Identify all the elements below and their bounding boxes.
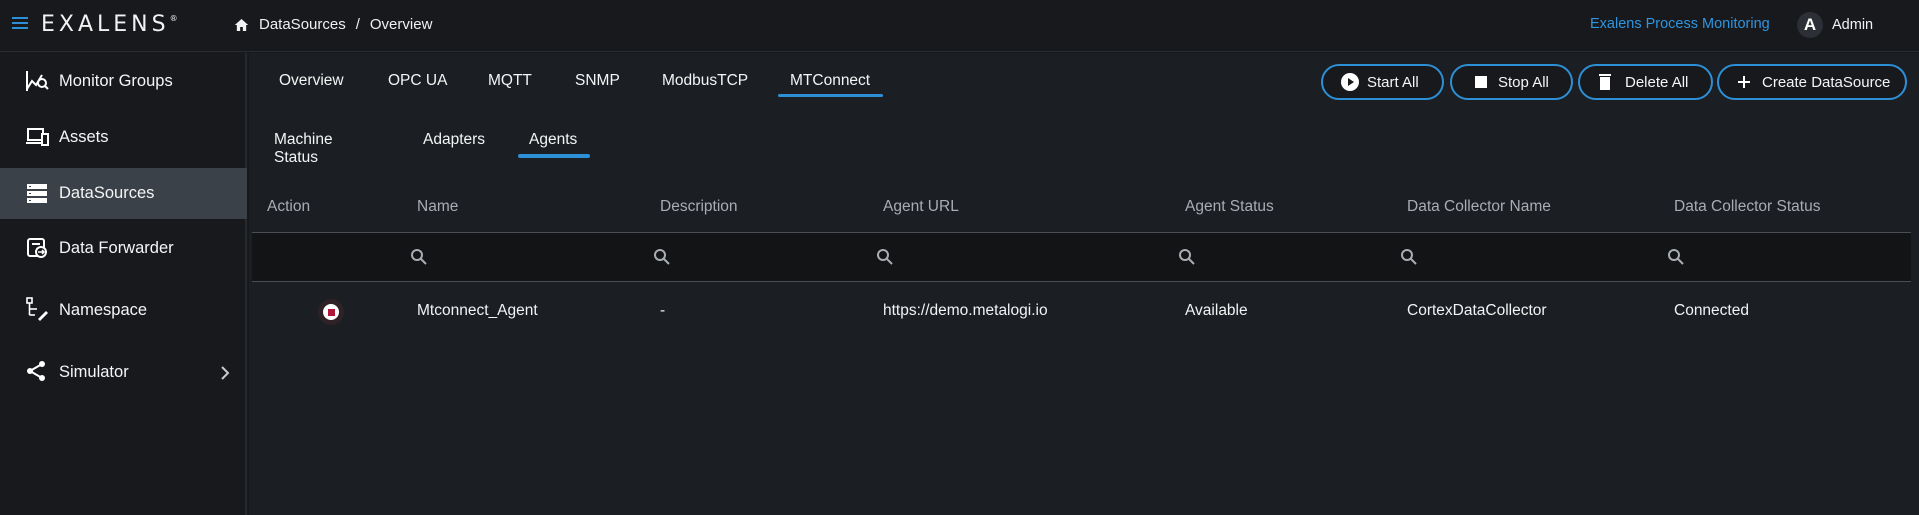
tab-machine-status[interactable]: Machine Status bbox=[274, 131, 333, 167]
cell-collector-status: Connected bbox=[1674, 302, 1749, 319]
trash-icon bbox=[1599, 74, 1611, 90]
sidebar-item-label: Simulator bbox=[59, 363, 129, 381]
stop-icon bbox=[1475, 76, 1487, 88]
tab-mtconnect[interactable]: MTConnect bbox=[790, 72, 870, 90]
delete-all-button[interactable]: Delete All bbox=[1578, 64, 1713, 100]
breadcrumb-item-datasources[interactable]: DataSources bbox=[259, 16, 346, 33]
search-icon[interactable] bbox=[653, 248, 671, 266]
search-icon[interactable] bbox=[1178, 248, 1196, 266]
search-icon[interactable] bbox=[1667, 248, 1685, 266]
sidebar-item-datasources[interactable]: DataSources bbox=[0, 168, 247, 219]
column-header-data-collector-status[interactable]: Data Collector Status bbox=[1674, 198, 1820, 216]
tab-opc-ua[interactable]: OPC UA bbox=[388, 72, 447, 90]
avatar[interactable]: A bbox=[1797, 12, 1823, 38]
datasource-tabs: Overview OPC UA MQTT SNMP ModbusTCP MTCo… bbox=[249, 53, 1249, 103]
sidebar-item-namespace[interactable]: Namespace bbox=[0, 285, 247, 336]
sidebar-item-label: DataSources bbox=[59, 184, 155, 202]
column-header-agent-url[interactable]: Agent URL bbox=[883, 198, 959, 216]
create-datasource-button[interactable]: Create DataSource bbox=[1717, 64, 1907, 100]
breadcrumb-item-overview: Overview bbox=[369, 16, 433, 33]
user-menu[interactable]: A Admin bbox=[1797, 12, 1873, 38]
main-content: Overview OPC UA MQTT SNMP ModbusTCP MTCo… bbox=[249, 53, 1919, 515]
search-icon[interactable] bbox=[410, 248, 428, 266]
cell-agent-url: https://demo.metalogi.io bbox=[883, 302, 1048, 319]
cell-agent-status: Available bbox=[1185, 302, 1248, 319]
chevron-right-icon[interactable] bbox=[220, 366, 230, 380]
search-icon[interactable] bbox=[1400, 248, 1418, 266]
plus-icon bbox=[1738, 76, 1750, 88]
sidebar-item-label: Monitor Groups bbox=[59, 72, 173, 90]
process-monitoring-link[interactable]: Exalens Process Monitoring bbox=[1590, 16, 1770, 32]
column-header-name[interactable]: Name bbox=[417, 198, 458, 216]
tab-adapters[interactable]: Adapters bbox=[423, 131, 485, 149]
tab-snmp[interactable]: SNMP bbox=[575, 72, 620, 90]
cell-description: - bbox=[660, 302, 666, 319]
sidebar-item-label: Assets bbox=[59, 128, 109, 146]
tab-mqtt[interactable]: MQTT bbox=[488, 72, 532, 90]
sidebar-item-assets[interactable]: Assets bbox=[0, 112, 247, 163]
cell-collector-name: CortexDataCollector bbox=[1407, 302, 1547, 319]
sidebar-item-monitor-groups[interactable]: Monitor Groups bbox=[0, 56, 247, 107]
column-header-action[interactable]: Action bbox=[267, 198, 310, 216]
cell-name: Mtconnect_Agent bbox=[417, 302, 538, 319]
monitor-groups-icon bbox=[26, 71, 49, 91]
sidebar: Monitor Groups Assets DataSources Data F… bbox=[0, 53, 247, 515]
top-bar: EXALENS® DataSources / Overview Exalens … bbox=[0, 0, 1919, 52]
search-icon[interactable] bbox=[876, 248, 894, 266]
sidebar-item-label: Data Forwarder bbox=[59, 239, 174, 257]
stop-agent-button[interactable] bbox=[318, 299, 344, 325]
active-tab-indicator bbox=[778, 94, 883, 97]
menu-icon[interactable] bbox=[12, 17, 28, 31]
user-name[interactable]: Admin bbox=[1832, 17, 1873, 33]
table-row: Mtconnect_Agent - https://demo.metalogi.… bbox=[252, 282, 1911, 342]
stop-circle-icon bbox=[323, 304, 339, 320]
assets-icon bbox=[26, 128, 49, 146]
breadcrumb: DataSources / Overview bbox=[233, 16, 432, 33]
home-icon[interactable] bbox=[233, 17, 250, 33]
tab-agents[interactable]: Agents bbox=[529, 131, 577, 149]
breadcrumb-separator: / bbox=[355, 16, 360, 33]
app-logo: EXALENS® bbox=[41, 12, 178, 37]
start-all-button[interactable]: Start All bbox=[1321, 64, 1444, 100]
tab-overview[interactable]: Overview bbox=[279, 72, 344, 90]
active-subtab-indicator bbox=[518, 154, 590, 158]
sidebar-item-data-forwarder[interactable]: Data Forwarder bbox=[0, 223, 247, 274]
sidebar-item-simulator[interactable]: Simulator bbox=[0, 347, 247, 398]
play-circle-icon bbox=[1341, 73, 1359, 91]
column-header-description[interactable]: Description bbox=[660, 198, 738, 216]
data-forwarder-icon bbox=[27, 238, 47, 258]
datasources-icon bbox=[27, 184, 47, 203]
table-header: Action Name Description Agent URL Agent … bbox=[252, 180, 1911, 230]
sidebar-item-label: Namespace bbox=[59, 301, 148, 319]
column-header-data-collector-name[interactable]: Data Collector Name bbox=[1407, 198, 1551, 216]
column-header-agent-status[interactable]: Agent Status bbox=[1185, 198, 1274, 216]
simulator-icon bbox=[27, 361, 45, 381]
stop-all-button[interactable]: Stop All bbox=[1450, 64, 1573, 100]
filter-row bbox=[252, 233, 1911, 281]
namespace-icon bbox=[26, 297, 48, 321]
tab-modbustcp[interactable]: ModbusTCP bbox=[662, 72, 748, 90]
